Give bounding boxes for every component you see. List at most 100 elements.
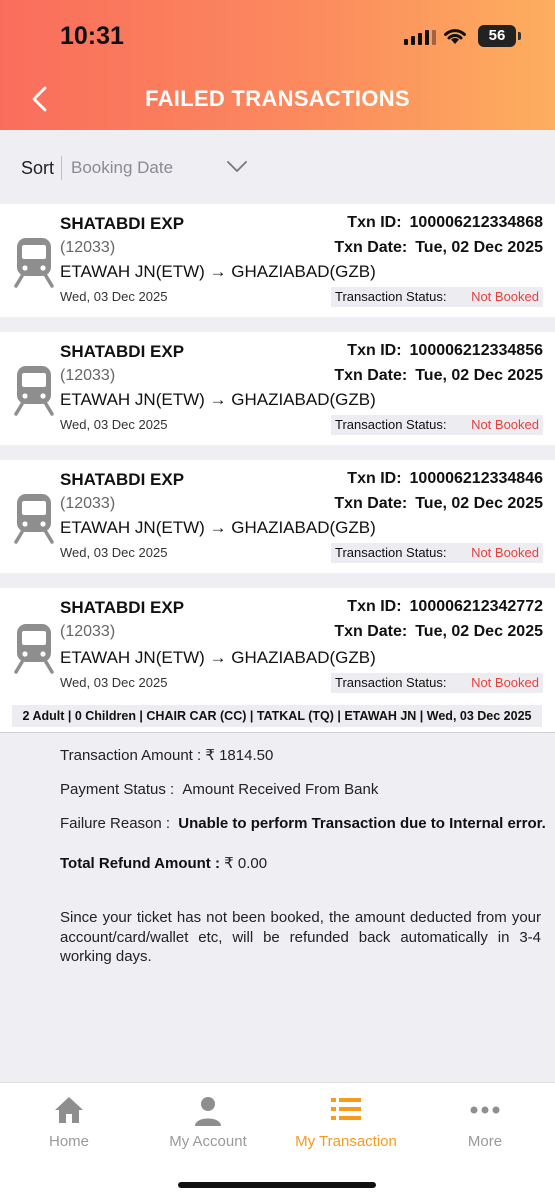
status-badge: Not Booked [471, 675, 539, 690]
journey-date: Wed, 03 Dec 2025 [60, 289, 168, 304]
train-number: (12033) [60, 367, 116, 384]
refund-note: Since your ticket has not been booked, t… [60, 909, 541, 965]
signal-icon [404, 30, 436, 45]
txn-date-value: Tue, 02 Dec 2025 [415, 495, 543, 512]
home-indicator[interactable] [178, 1182, 376, 1188]
tab-my-transaction[interactable]: My Transaction [277, 1083, 415, 1163]
battery-icon: 56 [478, 25, 516, 47]
txn-date-row: Txn Date: Tue, 02 Dec 2025 [334, 239, 543, 257]
sort-divider [61, 156, 62, 180]
transaction-status: Transaction Status: Not Booked [331, 287, 543, 307]
status-badge: Not Booked [471, 545, 539, 560]
divider [0, 732, 555, 733]
tab-my-transaction-label: My Transaction [295, 1133, 397, 1150]
sort-dropdown-value[interactable]: Booking Date [71, 158, 173, 178]
train-route: ETAWAH JN(ETW) → GHAZIABAD(GZB) [60, 262, 376, 281]
train-icon [14, 624, 54, 674]
sort-label: Sort [21, 158, 55, 178]
txn-id-value: 100006212334846 [409, 470, 543, 487]
tab-home-label: Home [48, 1133, 89, 1150]
txn-id-value: 100006212342772 [409, 598, 543, 615]
train-icon [14, 366, 54, 416]
txn-id-label: Txn ID: [347, 214, 402, 231]
status-bar: 10:31 56 [0, 0, 555, 70]
txn-date-label: Txn Date: [334, 623, 408, 640]
txn-date-label: Txn Date: [334, 239, 408, 256]
tab-home[interactable]: Home [0, 1083, 138, 1163]
more-icon [470, 1106, 500, 1114]
txn-id-row: Txn ID: 100006212342772 [347, 598, 543, 616]
train-name: SHATABDI EXP [60, 470, 185, 489]
train-icon [14, 238, 54, 288]
wifi-icon [444, 29, 466, 44]
train-icon [14, 494, 54, 544]
status-label: Transaction Status: [335, 545, 447, 560]
payment-status-label: Payment Status : [60, 781, 175, 798]
chevron-down-icon[interactable] [226, 160, 248, 174]
train-number: (12033) [60, 495, 116, 512]
txn-id-label: Txn ID: [347, 470, 402, 487]
transaction-card[interactable]: SHATABDI EXP (12033) ETAWAH JN(ETW) → GH… [0, 332, 555, 445]
status-time: 10:31 [60, 22, 124, 50]
status-badge: Not Booked [471, 289, 539, 304]
failure-reason-label: Failure Reason : [60, 815, 171, 832]
transaction-amount-row: Transaction Amount : ₹ 1814.50 [60, 746, 273, 764]
train-number: (12033) [60, 239, 116, 256]
txn-id-row: Txn ID: 100006212334846 [347, 470, 543, 488]
txn-id-row: Txn ID: 100006212334868 [347, 214, 543, 232]
sort-row[interactable]: Sort Booking Date [0, 130, 555, 204]
app-header: 10:31 56 FAILED TRANSACTIONS [0, 0, 555, 130]
txn-date-label: Txn Date: [334, 367, 408, 384]
train-route: ETAWAH JN(ETW) → GHAZIABAD(GZB) [60, 518, 376, 537]
refund-amount-row: Total Refund Amount : ₹ 0.00 [60, 854, 267, 872]
txn-date-value: Tue, 02 Dec 2025 [415, 623, 543, 640]
txn-date-row: Txn Date: Tue, 02 Dec 2025 [334, 495, 543, 513]
tab-my-account-label: My Account [169, 1133, 247, 1150]
transaction-status: Transaction Status: Not Booked [331, 673, 543, 693]
journey-date: Wed, 03 Dec 2025 [60, 545, 168, 560]
train-route: ETAWAH JN(ETW) → GHAZIABAD(GZB) [60, 648, 376, 667]
home-icon [55, 1097, 83, 1123]
page-title: FAILED TRANSACTIONS [145, 86, 410, 111]
txn-date-row: Txn Date: Tue, 02 Dec 2025 [334, 367, 543, 385]
person-icon [195, 1097, 221, 1126]
tab-my-account[interactable]: My Account [139, 1083, 277, 1163]
failure-reason-row: Failure Reason : Unable to perform Trans… [60, 815, 546, 832]
status-badge: Not Booked [471, 417, 539, 432]
txn-date-label: Txn Date: [334, 495, 408, 512]
txn-date-row: Txn Date: Tue, 02 Dec 2025 [334, 623, 543, 641]
payment-status-row: Payment Status : Amount Received From Ba… [60, 781, 378, 798]
train-name: SHATABDI EXP [60, 214, 185, 233]
transaction-card[interactable]: SHATABDI EXP (12033) ETAWAH JN(ETW) → GH… [0, 460, 555, 573]
transaction-amount-value: ₹ 1814.50 [205, 747, 274, 764]
failure-reason-value: Unable to perform Transaction due to Int… [178, 815, 546, 832]
status-label: Transaction Status: [335, 417, 447, 432]
journey-date: Wed, 03 Dec 2025 [60, 675, 168, 690]
txn-id-label: Txn ID: [347, 342, 402, 359]
txn-id-row: Txn ID: 100006212334856 [347, 342, 543, 360]
list-icon [331, 1098, 361, 1120]
transaction-amount-label: Transaction Amount : [60, 747, 202, 764]
status-label: Transaction Status: [335, 675, 447, 690]
train-name: SHATABDI EXP [60, 342, 185, 361]
txn-id-label: Txn ID: [347, 598, 402, 615]
train-route: ETAWAH JN(ETW) → GHAZIABAD(GZB) [60, 390, 376, 409]
refund-amount-label: Total Refund Amount : [60, 855, 220, 872]
train-name: SHATABDI EXP [60, 598, 185, 617]
journey-date: Wed, 03 Dec 2025 [60, 417, 168, 432]
payment-status-value: Amount Received From Bank [182, 781, 379, 798]
status-label: Transaction Status: [335, 289, 447, 304]
transaction-card[interactable]: SHATABDI EXP (12033) ETAWAH JN(ETW) → GH… [0, 204, 555, 317]
train-number: (12033) [60, 623, 116, 640]
transaction-status: Transaction Status: Not Booked [331, 415, 543, 435]
journey-summary: 2 Adult | 0 Children | CHAIR CAR (CC) | … [12, 705, 542, 727]
tab-more[interactable]: More [416, 1083, 554, 1163]
txn-date-value: Tue, 02 Dec 2025 [415, 239, 543, 256]
battery-nub [518, 32, 521, 40]
txn-date-value: Tue, 02 Dec 2025 [415, 367, 543, 384]
tab-more-label: More [467, 1133, 503, 1150]
txn-id-value: 100006212334856 [409, 342, 543, 359]
refund-amount-value: ₹ 0.00 [224, 855, 268, 872]
transaction-status: Transaction Status: Not Booked [331, 543, 543, 563]
txn-id-value: 100006212334868 [409, 214, 543, 231]
